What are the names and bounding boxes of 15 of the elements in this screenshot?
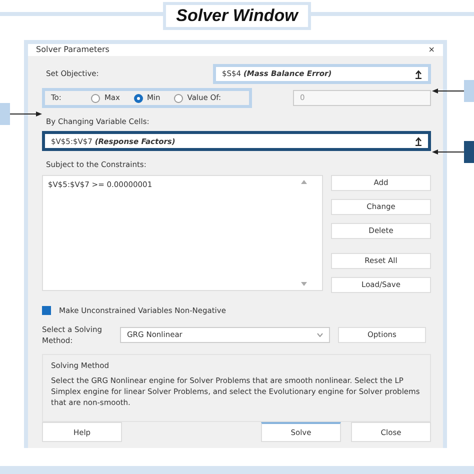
radio-button[interactable] bbox=[134, 94, 143, 102]
arrow bbox=[432, 149, 464, 155]
banner-title: Solver Window bbox=[166, 5, 308, 27]
caret-icon[interactable] bbox=[317, 333, 323, 337]
radio-button[interactable] bbox=[174, 94, 184, 102]
arrow bbox=[10, 111, 42, 117]
arrow-up-icon[interactable] bbox=[415, 70, 422, 78]
arrow-up-icon[interactable] bbox=[415, 136, 422, 146]
arrow bbox=[432, 88, 464, 94]
radio-button[interactable] bbox=[91, 94, 100, 102]
window-title: Solver Parameters bbox=[36, 44, 110, 56]
close-button[interactable]: × bbox=[428, 44, 435, 56]
scroll-down-icon[interactable] bbox=[301, 282, 307, 286]
checkbox[interactable] bbox=[42, 306, 51, 315]
scroll-up-icon[interactable] bbox=[301, 180, 307, 184]
